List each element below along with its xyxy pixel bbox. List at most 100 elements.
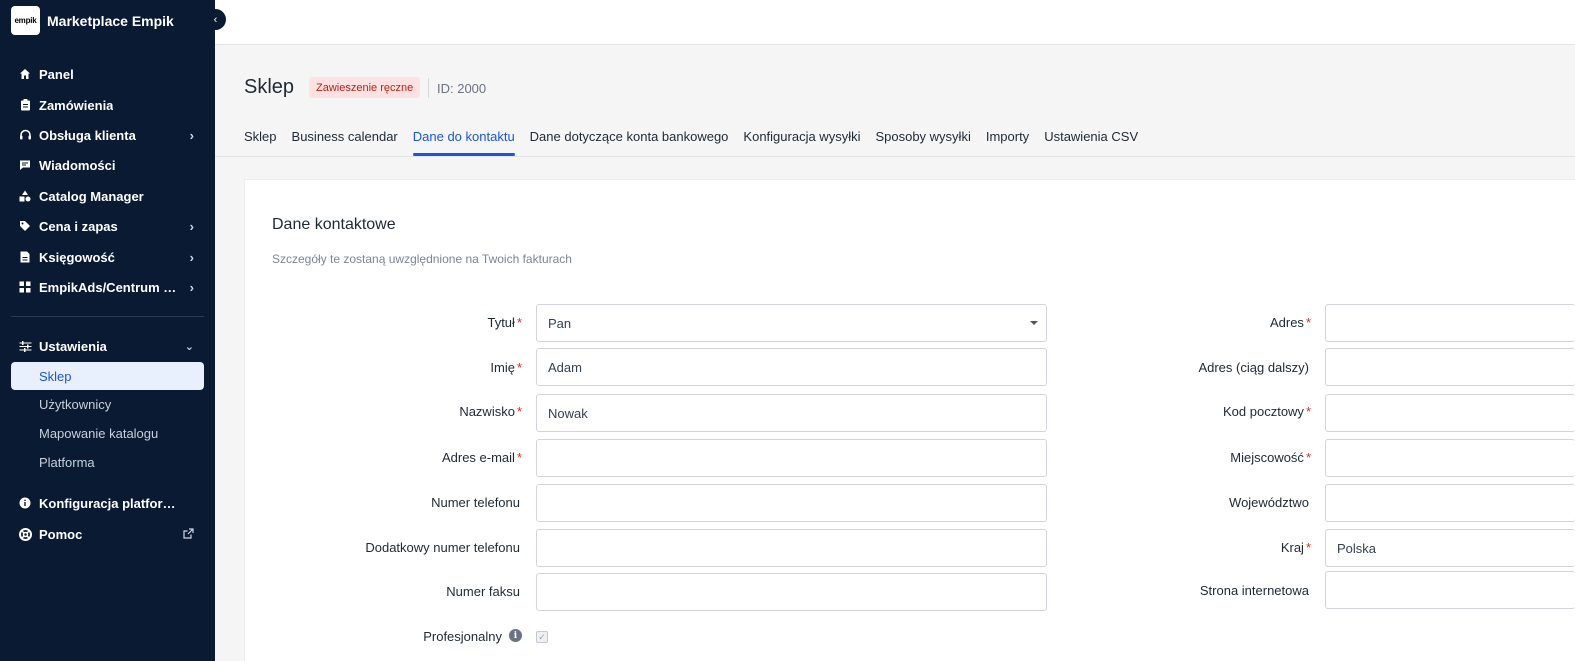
additional-phone-label: Dodatkowy numer telefonu <box>365 540 520 555</box>
sidebar-item-catalog-manager[interactable]: Catalog Manager <box>11 182 204 210</box>
address-2-label: Adres (ciąg dalszy) <box>1198 360 1309 375</box>
status-badge: Zawieszenie ręczne <box>309 77 421 98</box>
tab-imports[interactable]: Importy <box>986 129 1029 157</box>
first-name-field[interactable]: Adam <box>536 348 1047 386</box>
postal-code-label: Kod pocztowy * <box>1223 404 1311 419</box>
tab-shipping-methods[interactable]: Sposoby wysyłki <box>875 129 970 157</box>
sidebar-item-label: Konfiguracja platformy <box>39 495 179 511</box>
email-label: Adres e-mail * <box>441 450 522 465</box>
chevron-right-icon: › <box>189 249 194 265</box>
sidebar-item-panel[interactable]: Panel <box>11 60 204 88</box>
tab-sklep[interactable]: Sklep <box>244 129 277 157</box>
fax-field[interactable] <box>536 573 1047 611</box>
empik-logo: empik <box>11 6 40 35</box>
province-field[interactable] <box>1325 484 1575 522</box>
sidebar-item-label: Wiadomości <box>39 157 116 173</box>
card-subtitle: Szczegóły te zostaną uwzględnione na Two… <box>272 252 572 266</box>
fax-label: Numer faksu <box>446 584 520 599</box>
sidebar-item-label: Obsługa klienta <box>39 127 136 143</box>
sidebar-item-label: Ustawienia <box>39 338 107 354</box>
home-icon <box>17 68 33 80</box>
sidebar-item-empikads[interactable]: EmpikAds/Centrum Z... › <box>11 273 204 301</box>
last-name-label: Nazwisko * <box>459 404 522 419</box>
tab-business-calendar[interactable]: Business calendar <box>292 129 398 157</box>
sidebar-subitem-platform[interactable]: Platforma <box>11 448 204 476</box>
sidebar-item-accounting[interactable]: Księgowość › <box>11 243 204 271</box>
info-circle-icon <box>17 497 33 509</box>
sidebar-item-label: Księgowość <box>39 249 115 265</box>
tag-icon <box>17 220 33 232</box>
additional-phone-field[interactable] <box>536 529 1047 567</box>
title-select[interactable]: Pan <box>536 304 1047 342</box>
chevron-right-icon: › <box>189 127 194 143</box>
tab-shipping-config[interactable]: Konfiguracja wysyłki <box>743 129 860 157</box>
collapse-sidebar-button[interactable]: ‹ <box>205 9 226 30</box>
sidebar-item-label: Zamówienia <box>39 97 114 113</box>
caret-down-icon <box>1030 321 1038 325</box>
chevron-down-icon: ⌄ <box>184 340 194 353</box>
shapes-icon <box>17 190 33 202</box>
city-field[interactable] <box>1325 439 1575 477</box>
address-label: Adres * <box>1269 315 1311 330</box>
address-2-field[interactable] <box>1325 348 1575 386</box>
address-field[interactable] <box>1325 304 1575 342</box>
message-icon <box>17 159 33 171</box>
brand[interactable]: empik Marketplace Empik <box>11 6 174 35</box>
external-link-icon <box>183 527 194 542</box>
chevron-right-icon: › <box>189 279 194 295</box>
sidebar-item-label: Catalog Manager <box>39 188 144 204</box>
card-title: Dane kontaktowe <box>272 216 396 233</box>
country-select[interactable]: Polska <box>1325 529 1575 567</box>
chevron-right-icon: › <box>189 218 194 234</box>
sidebar-item-messages[interactable]: Wiadomości <box>11 151 204 179</box>
tab-csv-settings[interactable]: Ustawienia CSV <box>1044 129 1138 157</box>
province-label: Województwo <box>1229 495 1309 510</box>
sidebar: empik Marketplace Empik Panel Zamówienia… <box>0 0 215 661</box>
phone-field[interactable] <box>536 484 1047 522</box>
sidebar-item-orders[interactable]: Zamówienia <box>11 91 204 119</box>
phone-label: Numer telefonu <box>431 495 520 510</box>
title-label: Tytuł * <box>487 315 522 330</box>
top-bar <box>215 0 1575 45</box>
sliders-icon <box>17 340 33 352</box>
tabs-divider <box>215 156 1575 157</box>
sidebar-item-label: Pomoc <box>39 526 83 542</box>
country-label: Kraj * <box>1280 540 1311 555</box>
website-label: Strona internetowa <box>1199 583 1309 598</box>
sidebar-item-price-stock[interactable]: Cena i zapas › <box>11 212 204 240</box>
tab-bank-account[interactable]: Dane dotyczące konta bankowego <box>530 129 729 157</box>
sidebar-subitem-shop[interactable]: Sklep <box>11 362 204 390</box>
lifebuoy-icon <box>17 527 33 541</box>
sidebar-item-platform-config[interactable]: Konfiguracja platformy <box>11 489 204 517</box>
sidebar-subitem-catalog-mapping[interactable]: Mapowanie katalogu <box>11 419 204 447</box>
first-name-label: Imię * <box>490 360 522 375</box>
title-select-value: Pan <box>548 315 572 331</box>
page-title: Sklep <box>244 76 295 98</box>
chevron-left-icon: ‹ <box>213 13 218 26</box>
last-name-field[interactable]: Nowak <box>536 394 1047 432</box>
grid-icon <box>17 281 33 293</box>
info-icon[interactable]: i <box>509 629 522 642</box>
clipboard-icon <box>17 99 33 111</box>
sidebar-item-customer-service[interactable]: Obsługa klienta › <box>11 121 204 149</box>
website-field[interactable] <box>1325 571 1575 609</box>
sidebar-subitem-users[interactable]: Użytkownicy <box>11 390 204 418</box>
professional-label: Profesjonalny <box>423 629 502 644</box>
postal-code-field[interactable] <box>1325 394 1575 432</box>
shop-id: ID: 2000 <box>437 81 487 96</box>
tab-bar: Sklep Business calendar Dane do kontaktu… <box>244 129 1153 157</box>
brand-name: Marketplace Empik <box>47 12 174 29</box>
professional-checkbox[interactable]: ✓ <box>536 631 548 643</box>
sidebar-item-label: EmpikAds/Centrum Z... <box>39 279 179 295</box>
sidebar-item-label: Cena i zapas <box>39 218 118 234</box>
sidebar-divider <box>11 316 204 317</box>
city-label: Miejscowość * <box>1230 450 1311 465</box>
sidebar-item-label: Panel <box>39 66 74 82</box>
invoice-icon <box>17 251 33 263</box>
tab-contact-data[interactable]: Dane do kontaktu <box>412 129 515 157</box>
email-field[interactable] <box>536 439 1047 477</box>
sidebar-item-settings[interactable]: Ustawienia ⌄ <box>11 332 204 360</box>
header-separator <box>428 78 429 98</box>
headset-icon <box>17 129 33 141</box>
sidebar-item-help[interactable]: Pomoc <box>11 520 204 548</box>
